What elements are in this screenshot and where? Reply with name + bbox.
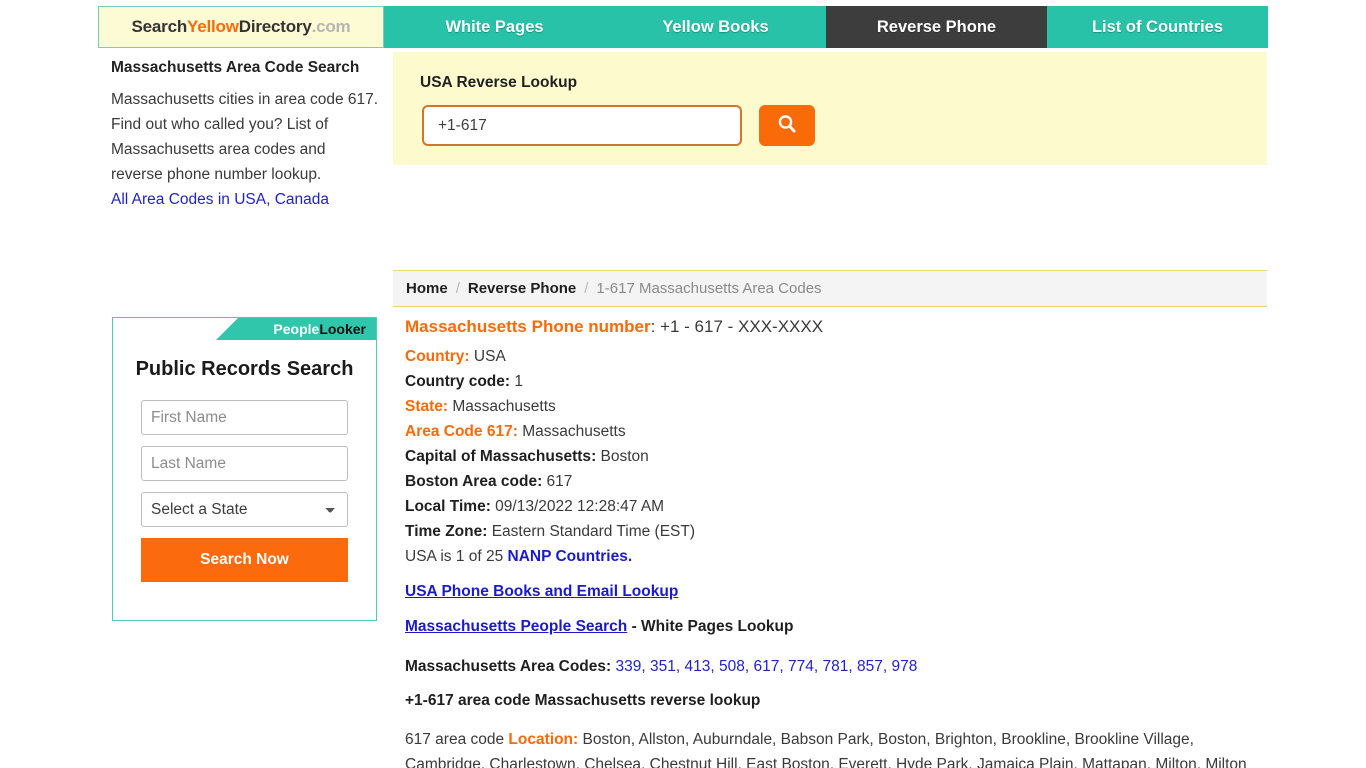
- detail-value: Eastern Standard Time (EST): [491, 523, 696, 540]
- reverse-lookup-panel: USA Reverse Lookup: [393, 52, 1267, 165]
- area-code-link[interactable]: 857: [857, 658, 883, 675]
- logo-part-yellow: Yellow: [187, 17, 239, 36]
- nav-item-list-of-countries[interactable]: List of Countries: [1047, 6, 1268, 48]
- detail-label: Area Code 617: [405, 423, 513, 440]
- reverse-lookup-title: USA Reverse Lookup: [420, 74, 578, 91]
- detail-value: 1: [514, 373, 524, 390]
- breadcrumb-reverse-phone[interactable]: Reverse Phone: [468, 280, 576, 297]
- search-icon: [776, 113, 798, 138]
- sidebar-all-area-codes-link[interactable]: All Area Codes in USA, Canada: [111, 187, 329, 212]
- sidebar: Massachusetts Area Code Search Massachus…: [111, 58, 379, 212]
- people-search-suffix: - White Pages Lookup: [627, 618, 794, 635]
- detail-row-time-zone: Time Zone: Eastern Standard Time (EST): [405, 523, 696, 540]
- area-code-link[interactable]: 978: [891, 658, 917, 675]
- nav-item-reverse-phone[interactable]: Reverse Phone: [826, 6, 1047, 48]
- nav-item-yellow-books[interactable]: Yellow Books: [605, 6, 826, 48]
- phone-number-heading-value: : +1 - 617 - XXX-XXXX: [650, 317, 824, 336]
- search-now-button[interactable]: Search Now: [141, 538, 348, 582]
- first-name-input[interactable]: [141, 400, 348, 435]
- detail-row-area-code: Area Code 617: Massachusetts: [405, 423, 626, 440]
- detail-label: Time Zone: [405, 523, 483, 540]
- main-content: Massachusetts Phone number: +1 - 617 - X…: [405, 314, 1255, 768]
- area-codes-label: Massachusetts Area Codes:: [405, 658, 612, 675]
- area-code-link[interactable]: 617: [753, 658, 779, 675]
- detail-value: Massachusetts: [522, 423, 626, 440]
- detail-row-capital: Capital of Massachusetts: Boston: [405, 448, 649, 465]
- peoplelooker-logo: People Looker: [216, 318, 376, 340]
- location-label: Location:: [508, 731, 579, 748]
- detail-value: Massachusetts: [452, 398, 556, 415]
- detail-label: Boston Area code: [405, 473, 538, 490]
- nanp-countries-link[interactable]: NANP Countries.: [508, 548, 633, 565]
- area-code-link[interactable]: 774: [788, 658, 814, 675]
- detail-label: Capital of Massachusetts: [405, 448, 592, 465]
- location-prefix: 617 area code: [405, 731, 509, 748]
- detail-label: Country: [405, 348, 465, 365]
- nanp-prefix: USA is 1 of 25: [405, 548, 508, 565]
- breadcrumb-separator: /: [584, 280, 589, 297]
- peoplelooker-logo-people: People: [273, 321, 320, 337]
- area-code-link[interactable]: 339: [615, 658, 641, 675]
- detail-row-state: State: Massachusetts: [405, 398, 556, 415]
- nanp-line: USA is 1 of 25 NANP Countries.: [405, 544, 1255, 569]
- state-select[interactable]: Select a State: [141, 492, 348, 527]
- detail-row-country-code: Country code: 1: [405, 373, 524, 390]
- area-codes-line: Massachusetts Area Codes: 339, 351, 413,…: [405, 658, 918, 675]
- detail-row-boston-area-code: Boston Area code: 617: [405, 473, 573, 490]
- logo-part-directory: Directory: [238, 17, 312, 36]
- sidebar-description: Massachusetts cities in area code 617. F…: [111, 91, 379, 183]
- sidebar-title: Massachusetts Area Code Search: [111, 59, 360, 76]
- people-search-line: Massachusetts People Search - White Page…: [405, 615, 1255, 639]
- area-code-link[interactable]: 413: [684, 658, 710, 675]
- breadcrumb-current: 1-617 Massachusetts Area Codes: [596, 280, 822, 297]
- detail-value: 617: [546, 473, 573, 490]
- public-records-widget: PeopleLooker Public Records Search Selec…: [112, 317, 377, 621]
- logo-part-search: Search: [131, 17, 188, 36]
- widget-title: Public Records Search: [135, 358, 354, 380]
- detail-label: Country code: [405, 373, 505, 390]
- nav-item-white-pages[interactable]: White Pages: [384, 6, 605, 48]
- location-line: 617 area code Location: Boston, Allston,…: [405, 727, 1255, 768]
- detail-row-local-time: Local Time: 09/13/2022 12:28:47 AM: [405, 498, 665, 515]
- widget-form: Select a State Search Now: [113, 400, 376, 582]
- detail-label: Local Time: [405, 498, 486, 515]
- usa-phone-books-link[interactable]: USA Phone Books and Email Lookup: [405, 583, 1255, 601]
- detail-value: Boston: [600, 448, 649, 465]
- area-code-link[interactable]: 508: [719, 658, 745, 675]
- massachusetts-people-search-link[interactable]: Massachusetts People Search: [405, 618, 627, 635]
- phone-number-heading-label: Massachusetts Phone number: [405, 317, 651, 336]
- phone-number-heading: Massachusetts Phone number: +1 - 617 - X…: [405, 314, 1255, 340]
- last-name-input[interactable]: [141, 446, 348, 481]
- phone-search-button[interactable]: [759, 105, 815, 146]
- reverse-lookup-subheading: +1-617 area code Massachusetts reverse l…: [405, 692, 761, 709]
- breadcrumb-separator: /: [455, 280, 460, 297]
- breadcrumb: Home / Reverse Phone / 1-617 Massachuset…: [393, 270, 1267, 307]
- logo-part-com: .com: [311, 17, 351, 36]
- area-code-link[interactable]: 351: [650, 658, 676, 675]
- detail-label: State: [405, 398, 443, 415]
- detail-value: USA: [473, 348, 506, 365]
- breadcrumb-home[interactable]: Home: [406, 280, 448, 297]
- top-navigation: Search Yellow Directory .com White Pages Ye…: [98, 6, 1268, 48]
- peoplelooker-logo-looker: Looker: [319, 321, 366, 337]
- detail-row-country: Country: USA: [405, 348, 506, 365]
- site-logo[interactable]: Search Yellow Directory .com: [98, 6, 384, 48]
- area-code-link[interactable]: 781: [822, 658, 848, 675]
- page-root: Search Yellow Directory .com White Pages Ye…: [0, 0, 1366, 768]
- phone-search-input[interactable]: [422, 105, 742, 146]
- detail-value: 09/13/2022 12:28:47 AM: [495, 498, 665, 515]
